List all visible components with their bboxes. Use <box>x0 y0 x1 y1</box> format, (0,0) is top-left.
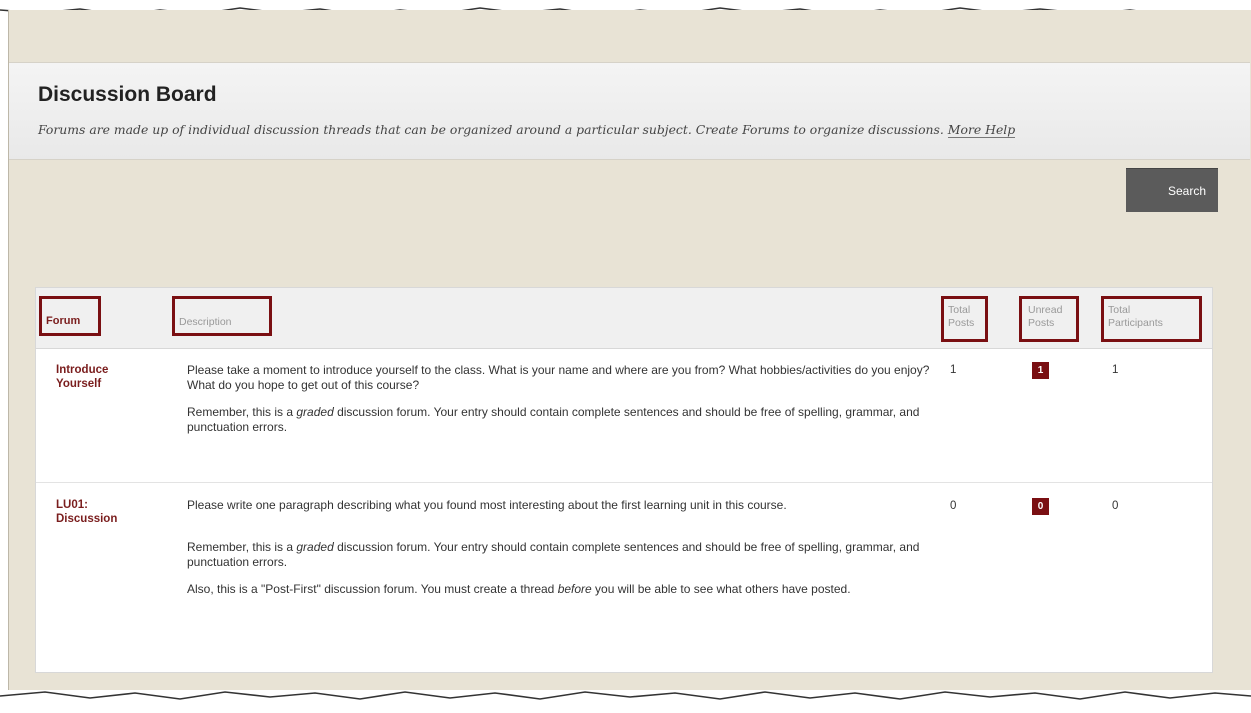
forum-description-paragraph: Remember, this is a graded discussion fo… <box>187 405 937 435</box>
forum-description-paragraph: Also, this is a "Post-First" discussion … <box>187 582 937 597</box>
page-header <box>9 62 1250 160</box>
forum-link-introduce-yourself[interactable]: Introduce Yourself <box>56 363 108 391</box>
unread-posts-badge[interactable]: 1 <box>1032 362 1049 379</box>
highlight-box-description <box>172 296 272 336</box>
highlight-box-forum <box>39 296 101 336</box>
emphasis-text: before <box>557 582 592 596</box>
forum-description-paragraph: Please take a moment to introduce yourse… <box>187 363 930 392</box>
text-run: you will be able to see what others have… <box>591 582 851 596</box>
forum-description-paragraph: Remember, this is a graded discussion fo… <box>187 540 937 570</box>
page-description-text: Forums are made up of individual discuss… <box>38 122 944 137</box>
total-posts-value: 1 <box>950 364 957 376</box>
emphasis-text: graded <box>296 540 334 554</box>
forum-name-line1: Introduce <box>56 364 109 376</box>
text-run: Also, this is a "Post-First" discussion … <box>187 582 558 596</box>
forum-description-paragraph: Please write one paragraph describing wh… <box>187 498 787 512</box>
forum-name-line1: LU01: <box>56 499 88 511</box>
total-participants-value: 1 <box>1112 364 1119 376</box>
page-title: Discussion Board <box>38 83 217 106</box>
search-button[interactable]: Search <box>1126 168 1218 212</box>
forum-name-line2: Yourself <box>56 378 102 390</box>
text-run: Remember, this is a <box>187 540 297 554</box>
emphasis-text: graded <box>296 405 334 419</box>
highlight-box-total-participants <box>1101 296 1202 342</box>
search-button-label: Search <box>1167 183 1206 198</box>
highlight-box-unread-posts <box>1019 296 1079 342</box>
total-posts-value: 0 <box>950 500 957 512</box>
text-run: Remember, this is a <box>187 405 297 419</box>
forum-link-lu01-discussion[interactable]: LU01: Discussion <box>56 498 117 526</box>
more-help-link[interactable]: More Help <box>947 122 1016 138</box>
highlight-box-total-posts <box>941 296 988 342</box>
forum-name-line2: Discussion <box>56 513 118 525</box>
row-divider <box>36 482 1212 483</box>
torn-edge-bottom <box>0 691 1251 713</box>
page-description: Forums are made up of individual discuss… <box>38 122 1016 138</box>
forums-table: Forum Description Total Posts Unread Pos… <box>35 287 1213 673</box>
unread-posts-badge[interactable]: 0 <box>1032 498 1049 515</box>
total-participants-value: 0 <box>1112 500 1119 512</box>
